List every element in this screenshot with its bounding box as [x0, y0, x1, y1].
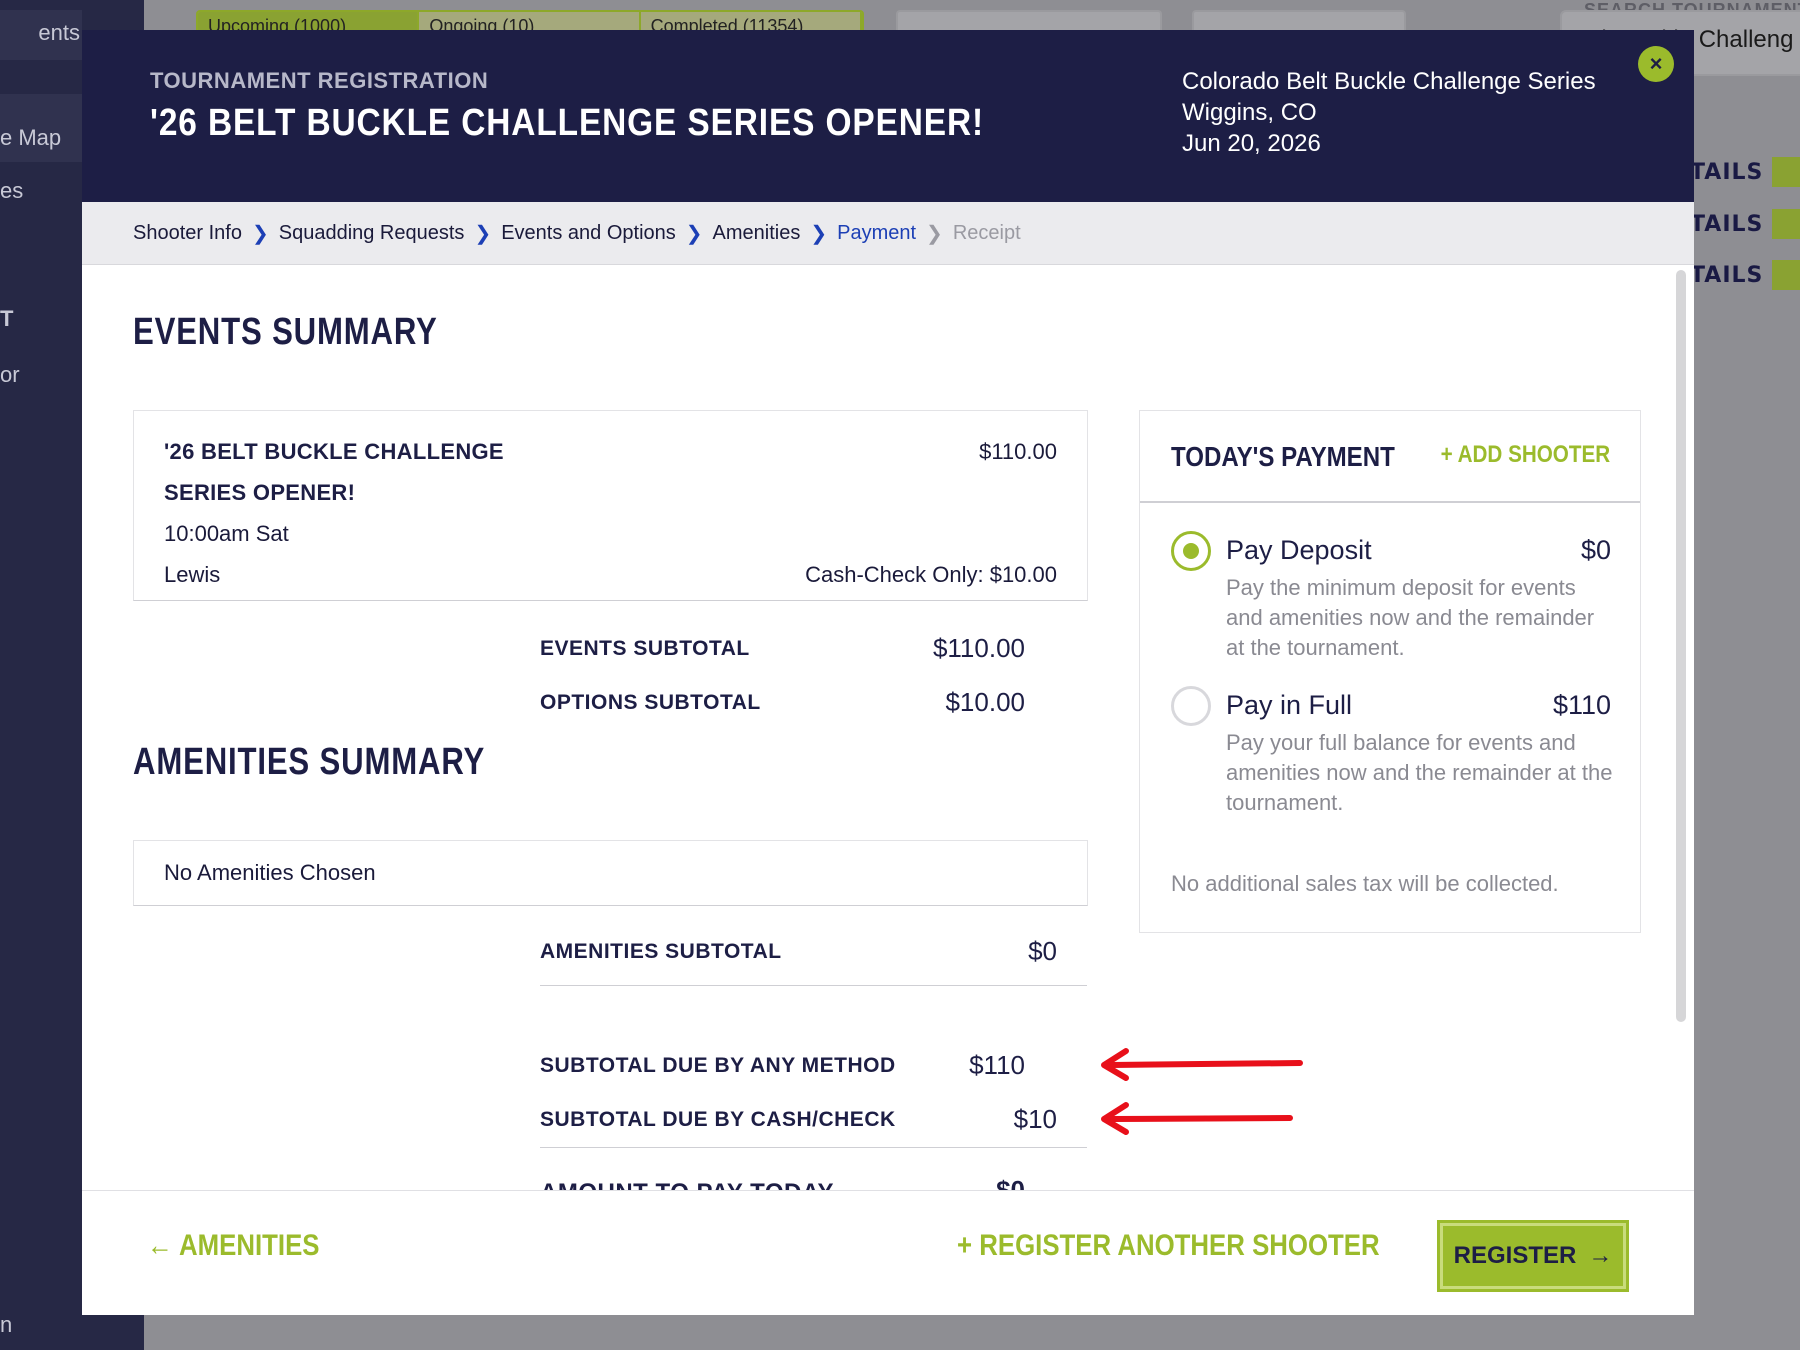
amenities-subtotal-row: AMENITIES SUBTOTAL $0 [540, 920, 1087, 986]
breadcrumb: Shooter Info ❯ Squadding Requests ❯ Even… [82, 202, 1694, 265]
event-location: Lewis [164, 562, 221, 587]
subtotal-any-method-row: SUBTOTAL DUE BY ANY METHOD $110 [540, 1040, 1055, 1094]
chevron-right-icon: ❯ [685, 222, 703, 245]
subtotal-any-method-label: SUBTOTAL DUE BY ANY METHOD [540, 1054, 896, 1077]
pay-in-full-price: $110 [1552, 690, 1611, 720]
event-name: '26 BELT BUCKLE CHALLENGE SERIES OPENER! [164, 439, 504, 505]
sidebar-item-tournaments[interactable]: ents [0, 20, 80, 46]
event-card: '26 BELT BUCKLE CHALLENGE SERIES OPENER!… [133, 410, 1088, 601]
pay-in-full-option[interactable]: Pay in Full $110 Pay your full balance f… [1171, 684, 1612, 815]
modal-content: EVENTS SUMMARY '26 BELT BUCKLE CHALLENGE… [82, 265, 1694, 1220]
pay-in-full-description: Pay your full balance for events and ame… [1226, 730, 1613, 815]
subtotal-cash-check-row: SUBTOTAL DUE BY CASH/CHECK $10 [540, 1094, 1087, 1148]
options-subtotal-value: $10.00 [945, 687, 1025, 717]
sidebar-item-es[interactable]: es [0, 178, 40, 204]
sidebar-item-t[interactable]: T [0, 306, 20, 332]
breadcrumb-receipt: Receipt [952, 221, 1021, 244]
register-another-shooter-label: REGISTER ANOTHER SHOOTER [979, 1229, 1380, 1262]
tournament-info: Colorado Belt Buckle Challenge Series Wi… [1182, 66, 1596, 159]
tournament-title: '26 BELT BUCKLE CHALLENGE SERIES OPENER! [150, 102, 985, 144]
details-button-3[interactable] [1772, 260, 1800, 290]
details-link-2[interactable]: TAILS [1690, 212, 1763, 237]
plus-icon: + [957, 1229, 980, 1262]
breadcrumb-squadding-requests[interactable]: Squadding Requests [279, 222, 465, 245]
amenities-card: No Amenities Chosen [133, 840, 1088, 906]
amenities-none-text: No Amenities Chosen [164, 860, 376, 885]
register-button[interactable]: REGISTER → [1437, 1220, 1629, 1292]
event-time: 10:00am Sat [164, 521, 289, 546]
add-shooter-label: ADD SHOOTER [1457, 441, 1610, 468]
pay-deposit-option[interactable]: Pay Deposit $0 Pay the minimum deposit f… [1171, 529, 1611, 660]
arrow-left-icon: ← [147, 1229, 180, 1262]
subtotal-cash-check-label: SUBTOTAL DUE BY CASH/CHECK [540, 1108, 896, 1131]
tournament-series: Colorado Belt Buckle Challenge Series [1182, 68, 1596, 95]
amenities-summary-title: AMENITIES SUMMARY [133, 741, 486, 783]
arrow-right-icon: → [1588, 1242, 1613, 1269]
sidebar-item-map[interactable]: e Map [0, 125, 80, 151]
tax-note: No additional sales tax will be collecte… [1171, 871, 1559, 896]
events-subtotal-value: $110.00 [932, 633, 1025, 663]
details-link-1[interactable]: TAILS [1690, 160, 1763, 185]
annotation-arrow-2 [1101, 1102, 1293, 1135]
modal-header: TOURNAMENT REGISTRATION '26 BELT BUCKLE … [82, 30, 1694, 202]
details-button-2[interactable] [1772, 209, 1800, 239]
events-subtotal-label: EVENTS SUBTOTAL [540, 637, 750, 660]
sidebar-item-n[interactable]: n [0, 1312, 20, 1338]
event-option: Cash-Check Only: $10.00 [805, 562, 1057, 587]
close-icon: × [1649, 51, 1663, 76]
pay-in-full-radio[interactable] [1171, 686, 1211, 726]
pay-deposit-price: $0 [1580, 535, 1611, 565]
register-label: REGISTER [1453, 1242, 1577, 1269]
chevron-right-icon: ❯ [251, 222, 269, 245]
details-button-1[interactable] [1772, 157, 1800, 187]
modal-footer: ← AMENITIES + REGISTER ANOTHER SHOOTER R… [82, 1190, 1694, 1315]
pay-deposit-radio[interactable] [1171, 531, 1211, 571]
chevron-right-icon: ❯ [810, 222, 828, 245]
chevron-right-icon: ❯ [926, 222, 943, 245]
close-button[interactable]: × [1638, 46, 1674, 82]
events-subtotal-row: EVENTS SUBTOTAL $110.00 [540, 623, 1055, 677]
amenities-subtotal-value: $0 [1028, 936, 1057, 966]
breadcrumb-payment[interactable]: Payment [837, 222, 916, 245]
tournament-date: Jun 20, 2026 [1182, 130, 1321, 157]
details-link-3[interactable]: TAILS [1690, 263, 1763, 288]
add-shooter-button[interactable]: + ADD SHOOTER [1440, 441, 1610, 469]
event-price: $110.00 [979, 439, 1057, 464]
pay-deposit-description: Pay the minimum deposit for events and a… [1226, 575, 1595, 660]
amenities-subtotal-label: AMENITIES SUBTOTAL [540, 940, 782, 963]
plus-icon: + [1440, 441, 1458, 468]
subtotal-cash-check-value: $10 [1013, 1104, 1057, 1134]
todays-payment-panel: TODAY'S PAYMENT + ADD SHOOTER Pay Deposi… [1139, 410, 1641, 933]
annotation-arrow-1 [1101, 1048, 1303, 1081]
registration-modal: TOURNAMENT REGISTRATION '26 BELT BUCKLE … [82, 30, 1694, 1315]
options-subtotal-label: OPTIONS SUBTOTAL [540, 691, 761, 714]
options-subtotal-row: OPTIONS SUBTOTAL $10.00 [540, 677, 1055, 731]
back-to-amenities-button[interactable]: ← AMENITIES [147, 1229, 320, 1263]
subtotal-any-method-value: $110 [969, 1050, 1025, 1080]
breadcrumb-shooter-info[interactable]: Shooter Info [133, 222, 242, 245]
events-summary-title: EVENTS SUMMARY [133, 311, 438, 353]
breadcrumb-amenities[interactable]: Amenities [713, 222, 801, 245]
chevron-right-icon: ❯ [474, 222, 492, 245]
pay-in-full-label: Pay in Full [1226, 690, 1353, 720]
todays-payment-header: TODAY'S PAYMENT + ADD SHOOTER [1140, 411, 1640, 503]
modal-scrollbar[interactable] [1676, 270, 1686, 1022]
sidebar-item-or[interactable]: or [0, 362, 30, 388]
back-to-amenities-label: AMENITIES [179, 1229, 320, 1262]
register-another-shooter-button[interactable]: + REGISTER ANOTHER SHOOTER [957, 1229, 1380, 1263]
todays-payment-title: TODAY'S PAYMENT [1171, 441, 1395, 472]
breadcrumb-events-and-options[interactable]: Events and Options [501, 222, 676, 245]
pay-deposit-label: Pay Deposit [1226, 535, 1372, 565]
modal-subtitle: TOURNAMENT REGISTRATION [150, 68, 489, 93]
tournament-location: Wiggins, CO [1182, 99, 1317, 126]
